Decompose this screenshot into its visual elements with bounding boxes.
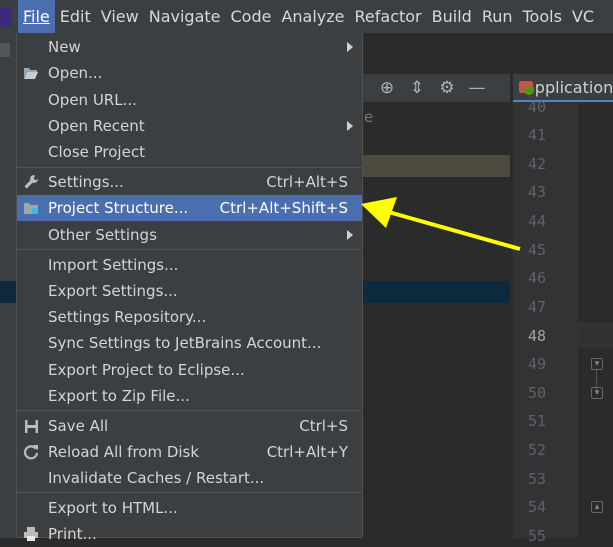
menu-item-export-html[interactable]: Export to HTML... [17,495,362,521]
code-area[interactable] [578,102,613,538]
menu-item-settings[interactable]: Settings... Ctrl+Alt+S [17,169,362,195]
line-number: 46 [528,269,547,287]
line-number: 42 [528,155,547,173]
line-number-current: 48 [528,327,547,345]
menu-code[interactable]: Code [226,0,277,33]
submenu-arrow-icon [347,42,353,52]
menu-item-open-recent[interactable]: Open Recent [17,113,362,139]
file-menu-dropdown: New Open... Open URL... Open Recent Clos… [16,33,363,543]
line-number: 43 [528,183,547,201]
menu-vcs[interactable]: VC [567,0,599,33]
menu-view[interactable]: View [96,0,144,33]
line-number: 55 [528,527,547,545]
refresh-icon [22,443,40,461]
line-number: 40 [528,98,547,116]
menu-separator [17,492,362,493]
menu-item-sync-settings[interactable]: Sync Settings to JetBrains Account... [17,330,362,356]
menu-run[interactable]: Run [477,0,518,33]
menu-tools[interactable]: Tools [518,0,567,33]
annotation-arrow-head [361,197,397,228]
tool-window-button[interactable] [0,43,10,57]
line-number: 49 [528,355,547,373]
menu-separator [17,249,362,250]
menu-item-open-url[interactable]: Open URL... [17,87,362,113]
project-structure-icon [22,199,40,217]
menu-item-save-all[interactable]: Save All Ctrl+S [17,413,362,439]
menu-file[interactable]: File [18,0,55,33]
line-number: 52 [528,441,547,459]
line-number: 51 [528,412,547,430]
line-number: 54 [528,498,547,516]
gear-icon[interactable]: ⚙ [437,78,457,98]
collapse-all-icon[interactable]: ⇕ [407,78,427,98]
submenu-arrow-icon [347,121,353,131]
app-logo-icon [0,6,12,27]
menu-item-import-settings[interactable]: Import Settings... [17,252,362,278]
project-toolbar: ⊕ ⇕ ⚙ — [363,74,510,102]
locate-target-icon[interactable]: ⊕ [377,78,397,98]
menu-item-export-eclipse[interactable]: Export Project to Eclipse... [17,357,362,383]
menu-separator [17,167,362,168]
project-hint-text: e [364,108,374,126]
menu-item-open[interactable]: Open... [17,60,362,86]
wrench-icon [22,173,40,191]
menu-edit[interactable]: Edit [55,0,96,33]
menu-item-project-structure[interactable]: Project Structure... Ctrl+Alt+Shift+S [17,195,362,221]
fold-end-marker-icon[interactable]: ▴ [591,501,603,513]
menu-item-invalidate-caches[interactable]: Invalidate Caches / Restart... [17,465,362,491]
menu-separator [17,410,362,411]
menu-item-export-settings[interactable]: Export Settings... [17,278,362,304]
menu-refactor[interactable]: Refactor [350,0,427,33]
annotation-arrow-shaft [384,209,521,251]
line-number: 44 [528,212,547,230]
menu-item-settings-repository[interactable]: Settings Repository... [17,304,362,330]
menu-navigate[interactable]: Navigate [144,0,226,33]
menu-analyze[interactable]: Analyze [276,0,349,33]
line-number: 53 [528,470,547,488]
folder-open-icon [22,64,40,82]
fold-marker-icon[interactable]: ▾ [591,358,603,370]
printer-icon [22,525,40,543]
project-row-highlight [363,155,510,177]
main-menu-bar: File Edit View Navigate Code Analyze Ref… [0,0,613,33]
line-number: 47 [528,298,547,316]
minimize-icon[interactable]: — [467,78,487,98]
editor-tab-label: application [525,77,613,97]
menu-item-print[interactable]: Print... [17,521,362,547]
menu-item-close-project[interactable]: Close Project [17,139,362,165]
save-icon [22,417,40,435]
menu-item-reload-all[interactable]: Reload All from Disk Ctrl+Alt+Y [17,439,362,465]
menu-build[interactable]: Build [427,0,477,33]
current-line-highlight [578,322,613,348]
submenu-arrow-icon [347,230,353,240]
menu-item-other-settings[interactable]: Other Settings [17,222,362,248]
line-number: 45 [528,241,547,259]
line-number: 41 [528,126,547,144]
fold-marker-icon[interactable]: ▾ [591,387,603,399]
menu-item-new[interactable]: New [17,34,362,60]
line-number: 50 [528,384,547,402]
menu-item-export-zip[interactable]: Export to Zip File... [17,383,362,409]
